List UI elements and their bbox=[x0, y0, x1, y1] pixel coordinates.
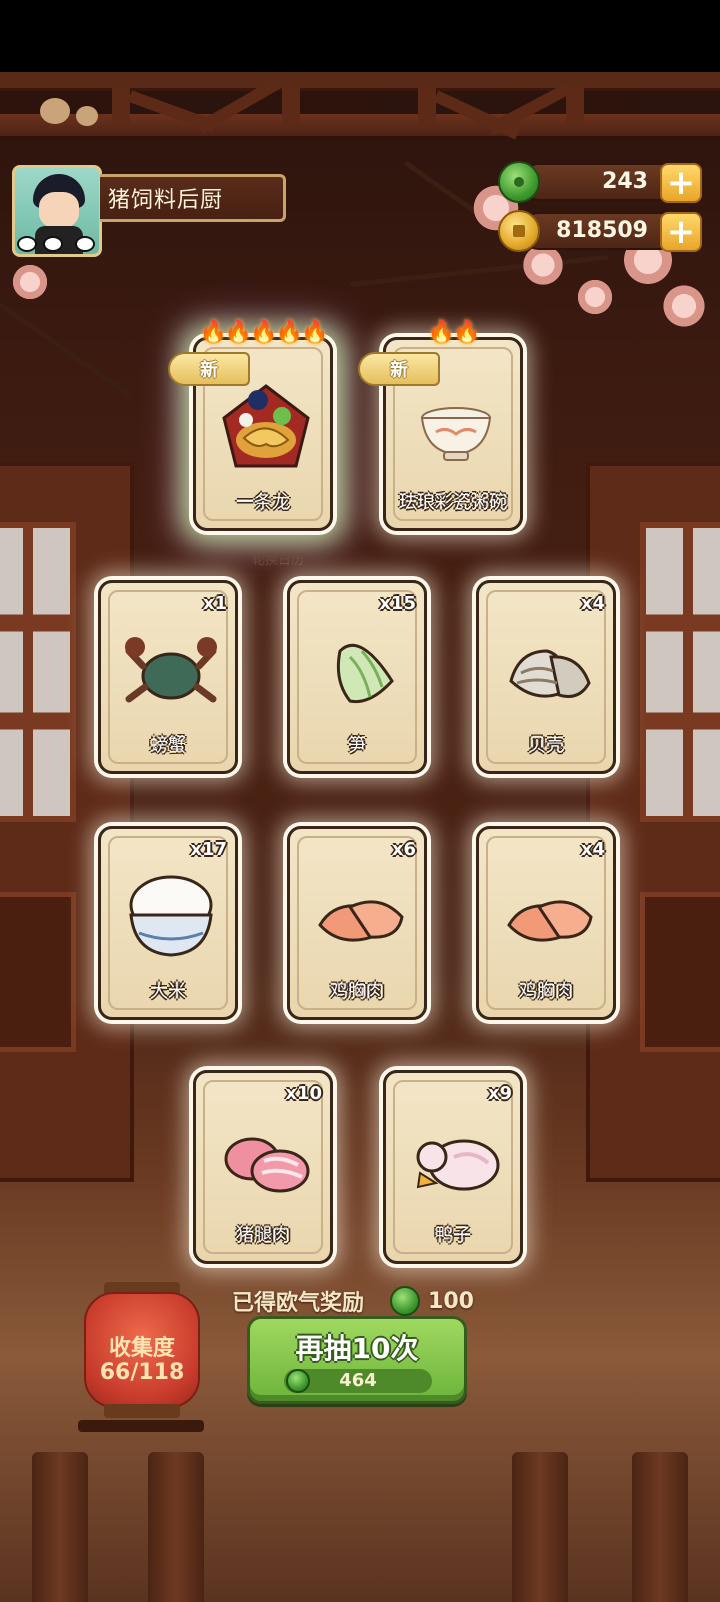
card-name: 大米 bbox=[150, 981, 186, 1002]
panda-icon bbox=[17, 236, 37, 252]
draw-cost: 464 bbox=[284, 1369, 432, 1393]
card-name: 鸡胸肉 bbox=[519, 981, 573, 1002]
coin-currency-bar: 818509 bbox=[520, 212, 680, 250]
chicken-breast-icon bbox=[318, 900, 404, 942]
status-bar bbox=[0, 0, 720, 72]
featured-card-yitiaolong[interactable]: 🔥🔥🔥🔥🔥 新 一条龙 bbox=[168, 320, 333, 531]
card-name: 鸡胸肉 bbox=[330, 981, 384, 1002]
right-door-panel bbox=[640, 892, 720, 1052]
card-name: 鸭子 bbox=[435, 1225, 471, 1246]
branch bbox=[0, 302, 133, 399]
luck-reward-amount: 100 bbox=[428, 1288, 474, 1314]
add-jade-button[interactable]: + bbox=[660, 163, 702, 203]
chick-decoration bbox=[76, 106, 98, 126]
card-name: 贝壳 bbox=[528, 735, 564, 756]
card-chicken-breast-2[interactable]: x4 鸡胸肉 bbox=[476, 826, 616, 1020]
coin-amount: 818509 bbox=[556, 218, 648, 243]
fence-post bbox=[32, 1452, 88, 1602]
card-duck[interactable]: x9 鸭子 bbox=[383, 1070, 523, 1264]
coin-icon bbox=[498, 210, 540, 252]
add-coins-button[interactable]: + bbox=[660, 212, 702, 252]
luck-reward-label: 已得欧气奖励 bbox=[232, 1291, 365, 1316]
fence-post bbox=[148, 1452, 204, 1602]
player-name-plate: 猪饲料后厨 bbox=[100, 174, 286, 222]
chick-decoration bbox=[40, 98, 70, 124]
card-name: 螃蟹 bbox=[150, 735, 186, 756]
fence-post bbox=[512, 1452, 568, 1602]
card-count: x17 bbox=[190, 839, 227, 860]
card-rice[interactable]: x17 大米 bbox=[98, 826, 238, 1020]
ceiling-beam bbox=[0, 72, 720, 91]
rarity-flames: 🔥🔥 bbox=[427, 320, 481, 345]
card-name: 珐琅彩瓷粥碗 bbox=[399, 492, 507, 513]
pork-leg-icon bbox=[224, 1137, 310, 1193]
chicken-breast-icon bbox=[507, 900, 593, 942]
bamboo-shoot-icon bbox=[336, 643, 394, 704]
jade-currency-bar: 243 bbox=[520, 163, 680, 201]
player-name: 猪饲料后厨 bbox=[108, 188, 224, 213]
left-window-lattice bbox=[0, 522, 76, 822]
card-count: x9 bbox=[487, 1083, 512, 1104]
card-crab[interactable]: x1 螃蟹 bbox=[98, 580, 238, 774]
card-count: x4 bbox=[580, 593, 605, 614]
card-count: x6 bbox=[391, 839, 416, 860]
card-count: x4 bbox=[580, 839, 605, 860]
crab-icon bbox=[125, 637, 217, 703]
card-bamboo-shoot[interactable]: x15 笋 bbox=[287, 580, 427, 774]
truss-post bbox=[418, 86, 436, 126]
card-chicken-breast-1[interactable]: x6 鸡胸肉 bbox=[287, 826, 427, 1020]
card-name: 一条龙 bbox=[236, 492, 290, 513]
player-avatar[interactable] bbox=[12, 165, 102, 257]
featured-card-bowl[interactable]: 🔥🔥 新 珐琅彩瓷粥碗 bbox=[358, 320, 523, 531]
jade-amount: 243 bbox=[602, 169, 648, 194]
draw-cost-amount: 464 bbox=[339, 1370, 377, 1391]
right-window-lattice bbox=[640, 522, 720, 822]
dragon-dish-icon bbox=[222, 384, 310, 468]
draw-10-label: 再抽10次 bbox=[295, 1332, 419, 1365]
collection-lantern[interactable]: 收集度 66/118 bbox=[84, 1282, 200, 1420]
card-count: x10 bbox=[285, 1083, 322, 1104]
duck-icon bbox=[416, 1139, 500, 1191]
draw-10-button[interactable]: 再抽10次 464 bbox=[247, 1316, 467, 1404]
porcelain-bowl-icon bbox=[420, 407, 492, 461]
fence-post bbox=[632, 1452, 688, 1602]
shell-icon bbox=[509, 649, 591, 698]
card-shell[interactable]: x4 贝壳 bbox=[476, 580, 616, 774]
blossom bbox=[660, 282, 708, 330]
rotation-calendar-caption: 轮换日历 bbox=[252, 553, 305, 568]
rarity-flames: 🔥🔥🔥🔥🔥 bbox=[199, 320, 329, 345]
card-count: x1 bbox=[202, 593, 227, 614]
truss-post bbox=[282, 86, 300, 126]
blossom bbox=[575, 277, 615, 317]
card-pork-leg[interactable]: x10 猪腿肉 bbox=[193, 1070, 333, 1264]
branch bbox=[349, 254, 609, 287]
ceiling-beam-lower bbox=[0, 114, 720, 139]
jade-icon bbox=[498, 161, 540, 203]
card-name: 猪腿肉 bbox=[236, 1225, 290, 1246]
jade-icon bbox=[390, 1286, 421, 1316]
luck-reward: 已得欧气奖励 100 bbox=[232, 1285, 474, 1317]
truss-post bbox=[112, 86, 130, 126]
lantern-stand bbox=[78, 1420, 204, 1432]
collection-progress: 66/118 bbox=[99, 1360, 185, 1385]
card-count: x15 bbox=[379, 593, 416, 614]
card-name: 笋 bbox=[348, 735, 366, 756]
blossom bbox=[10, 262, 50, 302]
panda-icon bbox=[43, 236, 63, 252]
left-door-panel bbox=[0, 892, 76, 1052]
rice-bowl-icon bbox=[129, 875, 213, 957]
panda-icon bbox=[75, 236, 95, 252]
collection-title: 收集度 bbox=[108, 1336, 175, 1361]
branch bbox=[403, 160, 481, 217]
